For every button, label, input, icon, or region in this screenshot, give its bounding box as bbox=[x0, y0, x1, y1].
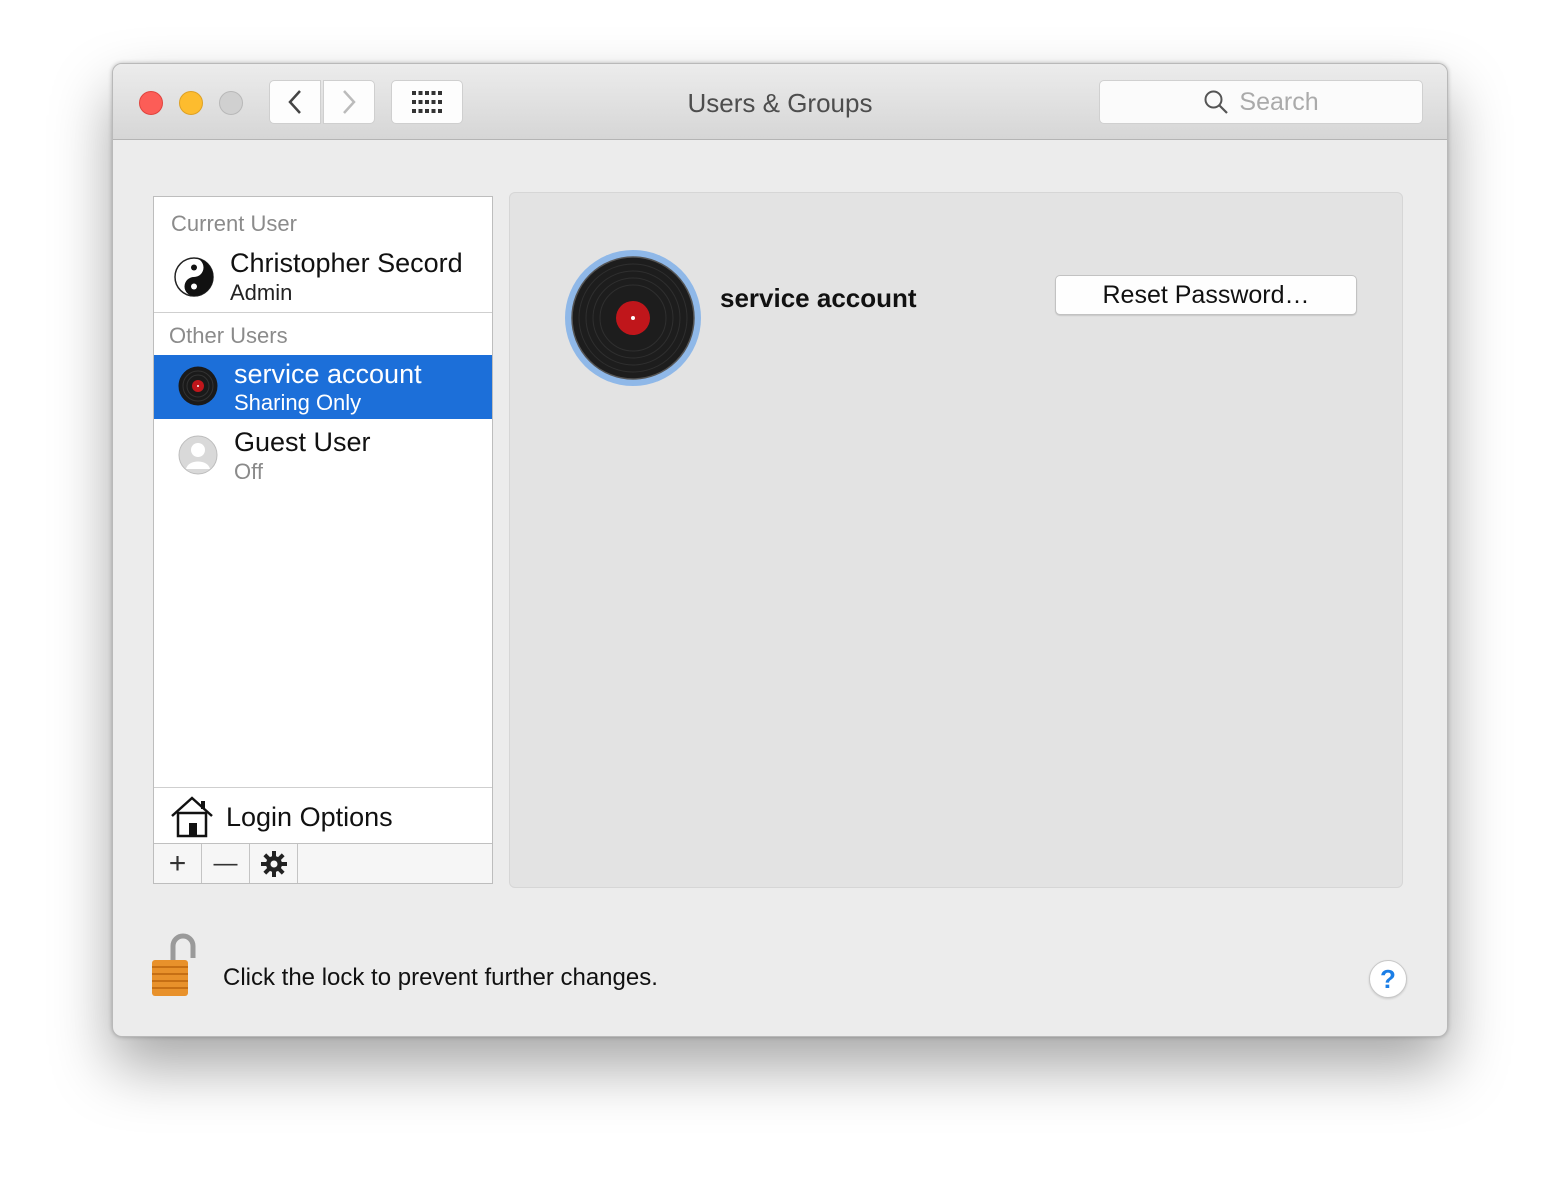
current-user-name: Christopher Secord bbox=[230, 248, 463, 278]
action-menu-button[interactable] bbox=[250, 844, 298, 883]
service-account-role: Sharing Only bbox=[234, 390, 362, 415]
current-user-header: Current User bbox=[171, 211, 297, 236]
add-user-button[interactable]: + bbox=[154, 844, 202, 883]
search-icon bbox=[1204, 90, 1229, 114]
title-bar: Users & Groups Search bbox=[113, 64, 1447, 140]
other-users-header: Other Users bbox=[169, 323, 288, 348]
reset-password-button[interactable]: Reset Password… bbox=[1055, 275, 1357, 315]
guest-user-avatar-icon bbox=[178, 435, 218, 475]
remove-user-button[interactable]: — bbox=[202, 844, 250, 883]
search-placeholder: Search bbox=[1239, 87, 1319, 116]
user-row-current[interactable]: Christopher Secord Admin bbox=[154, 243, 492, 311]
yin-yang-avatar-icon bbox=[174, 257, 214, 297]
account-picture[interactable] bbox=[564, 249, 702, 387]
help-button[interactable]: ? bbox=[1369, 960, 1407, 998]
login-options-row[interactable]: Login Options bbox=[154, 787, 492, 843]
gear-icon bbox=[260, 850, 287, 877]
current-user-role: Admin bbox=[230, 280, 293, 305]
guest-user-name: Guest User bbox=[234, 427, 371, 457]
search-field[interactable]: Search bbox=[1099, 80, 1423, 124]
user-detail-pane: service account Reset Password… bbox=[509, 192, 1403, 888]
service-account-name: service account bbox=[234, 359, 422, 389]
unlocked-padlock-icon[interactable] bbox=[149, 932, 201, 998]
login-options-label: Login Options bbox=[226, 802, 393, 832]
user-row-guest[interactable]: Guest User Off bbox=[154, 423, 492, 489]
vinyl-record-avatar-icon bbox=[178, 366, 218, 406]
guest-user-status: Off bbox=[234, 459, 263, 484]
house-icon bbox=[171, 796, 213, 838]
user-row-service-account[interactable]: service account Sharing Only bbox=[154, 355, 492, 419]
section-divider bbox=[154, 312, 492, 313]
preferences-window: Users & Groups Search Current User Chris… bbox=[112, 63, 1448, 1037]
account-name-label: service account bbox=[720, 283, 917, 313]
lock-message: Click the lock to prevent further change… bbox=[223, 964, 658, 991]
users-list: Current User Christopher Secord Admin Ot… bbox=[153, 196, 493, 884]
list-toolbar: + — bbox=[154, 843, 492, 883]
